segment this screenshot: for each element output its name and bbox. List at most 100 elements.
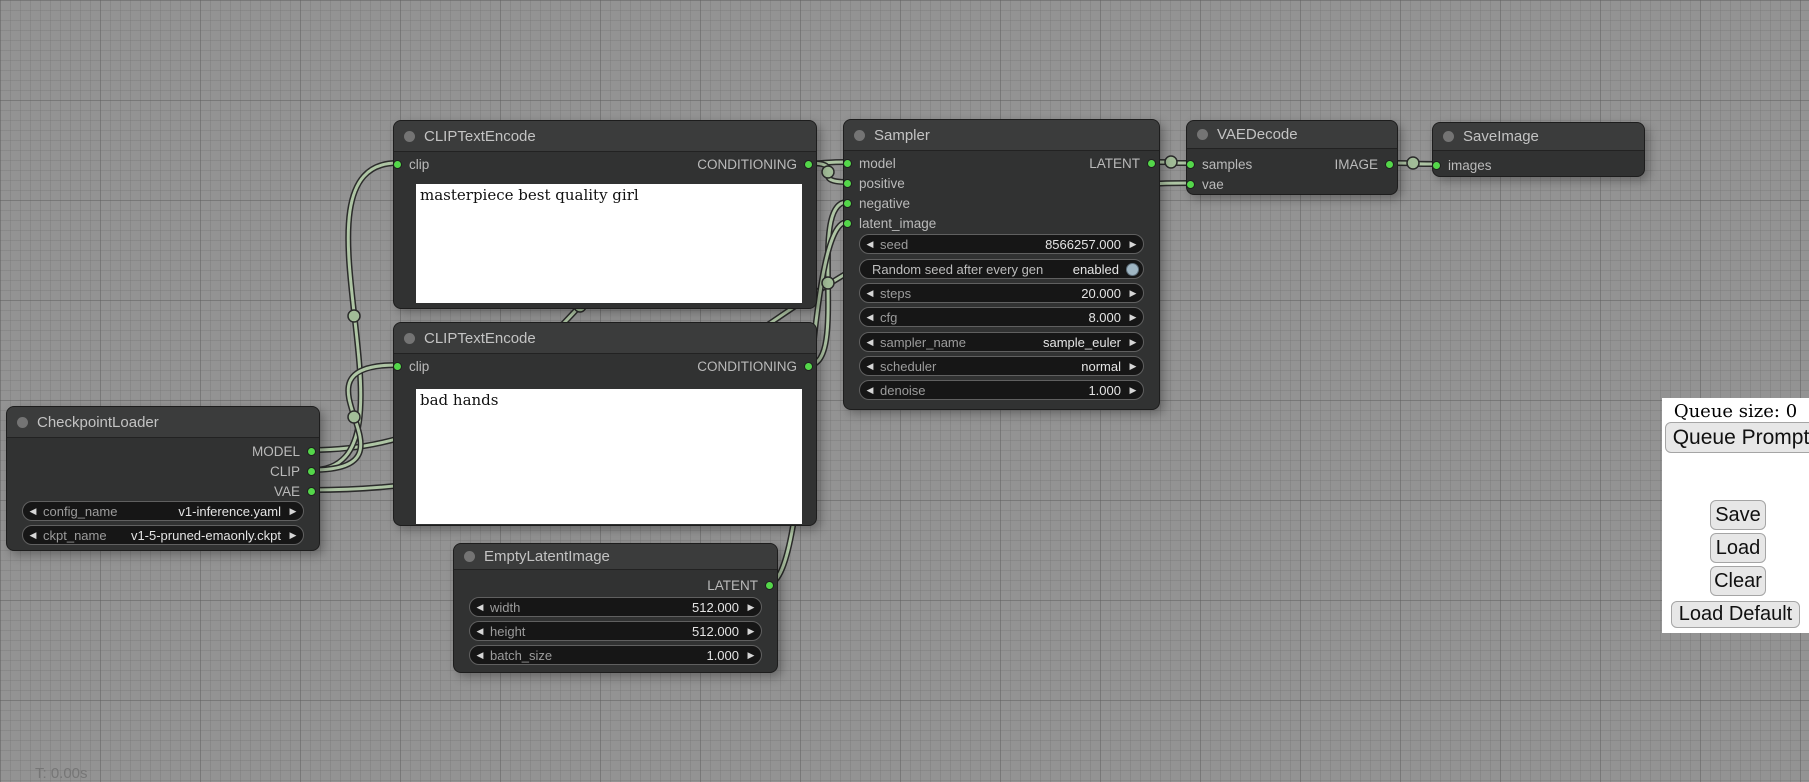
left-arrow-icon[interactable]: ◀ bbox=[860, 312, 880, 323]
output-slot-latent[interactable]: LATENT bbox=[1089, 153, 1156, 173]
input-slot-clip[interactable]: clip bbox=[393, 154, 429, 174]
output-dot-icon[interactable] bbox=[765, 581, 774, 590]
node-title-bar[interactable]: CLIPTextEncode bbox=[394, 121, 816, 152]
input-slot-vae[interactable]: vae bbox=[1186, 174, 1224, 194]
input-dot-icon[interactable] bbox=[1186, 180, 1195, 189]
right-arrow-icon[interactable]: ▶ bbox=[1123, 361, 1143, 372]
collapse-dot-icon[interactable] bbox=[464, 551, 475, 562]
input-dot-icon[interactable] bbox=[843, 199, 852, 208]
collapse-dot-icon[interactable] bbox=[854, 130, 865, 141]
node-title-bar[interactable]: Sampler bbox=[844, 120, 1159, 151]
node-checkpointloader[interactable]: CheckpointLoader MODEL CLIP VAE ◀ config… bbox=[6, 406, 320, 551]
node-title-bar[interactable]: EmptyLatentImage bbox=[454, 544, 777, 570]
widget-config-name[interactable]: ◀ config_name v1-inference.yaml ▶ bbox=[22, 501, 304, 521]
input-slot-images[interactable]: images bbox=[1432, 155, 1492, 175]
load-button[interactable]: Load bbox=[1710, 533, 1766, 563]
left-arrow-icon[interactable]: ◀ bbox=[860, 337, 880, 348]
collapse-dot-icon[interactable] bbox=[1197, 129, 1208, 140]
input-dot-icon[interactable] bbox=[1186, 160, 1195, 169]
prompt-textarea-positive[interactable]: masterpiece best quality girl bbox=[416, 184, 802, 303]
widget-scheduler[interactable]: ◀ scheduler normal ▶ bbox=[859, 356, 1144, 376]
input-dot-icon[interactable] bbox=[1432, 161, 1441, 170]
output-dot-icon[interactable] bbox=[307, 487, 316, 496]
left-arrow-icon[interactable]: ◀ bbox=[470, 602, 490, 613]
collapse-dot-icon[interactable] bbox=[404, 333, 415, 344]
node-saveimage[interactable]: SaveImage images bbox=[1432, 122, 1645, 177]
input-dot-icon[interactable] bbox=[843, 219, 852, 228]
prompt-textarea-negative[interactable]: bad hands bbox=[416, 389, 802, 524]
output-slot-image[interactable]: IMAGE bbox=[1334, 154, 1394, 174]
right-arrow-icon[interactable]: ▶ bbox=[1123, 312, 1143, 323]
collapse-dot-icon[interactable] bbox=[404, 131, 415, 142]
widget-width[interactable]: ◀ width 512.000 ▶ bbox=[469, 597, 762, 617]
input-slot-clip[interactable]: clip bbox=[393, 356, 429, 376]
node-title-bar[interactable]: CLIPTextEncode bbox=[394, 323, 816, 354]
left-arrow-icon[interactable]: ◀ bbox=[860, 239, 880, 250]
output-dot-icon[interactable] bbox=[307, 447, 316, 456]
widget-random-seed-toggle[interactable]: Random seed after every gen enabled bbox=[859, 259, 1144, 279]
right-arrow-icon[interactable]: ▶ bbox=[1123, 337, 1143, 348]
left-arrow-icon[interactable]: ◀ bbox=[860, 288, 880, 299]
right-arrow-icon[interactable]: ▶ bbox=[1123, 288, 1143, 299]
right-arrow-icon[interactable]: ▶ bbox=[741, 626, 761, 637]
input-dot-icon[interactable] bbox=[843, 159, 852, 168]
input-slot-latent-image[interactable]: latent_image bbox=[843, 213, 936, 233]
collapse-dot-icon[interactable] bbox=[17, 417, 28, 428]
toggle-dot-icon[interactable] bbox=[1126, 263, 1139, 276]
link-midpoint-dot[interactable] bbox=[348, 411, 360, 423]
left-arrow-icon[interactable]: ◀ bbox=[860, 361, 880, 372]
right-arrow-icon[interactable]: ▶ bbox=[741, 650, 761, 661]
widget-batch-size[interactable]: ◀ batch_size 1.000 ▶ bbox=[469, 645, 762, 665]
input-dot-icon[interactable] bbox=[843, 179, 852, 188]
output-slot-vae[interactable]: VAE bbox=[274, 481, 316, 501]
left-arrow-icon[interactable]: ◀ bbox=[470, 650, 490, 661]
input-dot-icon[interactable] bbox=[393, 362, 402, 371]
link-midpoint-dot[interactable] bbox=[348, 310, 360, 322]
input-slot-model[interactable]: model bbox=[843, 153, 896, 173]
left-arrow-icon[interactable]: ◀ bbox=[470, 626, 490, 637]
right-arrow-icon[interactable]: ▶ bbox=[283, 530, 303, 541]
load-default-button[interactable]: Load Default bbox=[1671, 601, 1800, 628]
input-slot-positive[interactable]: positive bbox=[843, 173, 905, 193]
output-slot-conditioning[interactable]: CONDITIONING bbox=[697, 356, 813, 376]
widget-steps[interactable]: ◀ steps 20.000 ▶ bbox=[859, 283, 1144, 303]
widget-denoise[interactable]: ◀ denoise 1.000 ▶ bbox=[859, 380, 1144, 400]
widget-ckpt-name[interactable]: ◀ ckpt_name v1-5-pruned-emaonly.ckpt ▶ bbox=[22, 525, 304, 545]
output-slot-clip[interactable]: CLIP bbox=[270, 461, 316, 481]
collapse-dot-icon[interactable] bbox=[1443, 131, 1454, 142]
node-title-bar[interactable]: VAEDecode bbox=[1187, 121, 1397, 149]
comfyui-canvas[interactable]: { "icons": { "left_arrow": "\u25c0", "ri… bbox=[0, 0, 1809, 782]
queue-prompt-button[interactable]: Queue Prompt bbox=[1665, 422, 1809, 453]
input-dot-icon[interactable] bbox=[393, 160, 402, 169]
right-arrow-icon[interactable]: ▶ bbox=[283, 506, 303, 517]
node-emptylatentimage[interactable]: EmptyLatentImage LATENT ◀ width 512.000 … bbox=[453, 543, 778, 673]
widget-seed[interactable]: ◀ seed 8566257.000 ▶ bbox=[859, 234, 1144, 254]
widget-cfg[interactable]: ◀ cfg 8.000 ▶ bbox=[859, 307, 1144, 327]
node-cliptextencode-negative[interactable]: CLIPTextEncode clip CONDITIONING bad han… bbox=[393, 322, 817, 526]
output-slot-latent[interactable]: LATENT bbox=[707, 575, 774, 595]
right-arrow-icon[interactable]: ▶ bbox=[741, 602, 761, 613]
save-button[interactable]: Save bbox=[1710, 500, 1766, 530]
output-dot-icon[interactable] bbox=[1147, 159, 1156, 168]
input-slot-negative[interactable]: negative bbox=[843, 193, 910, 213]
link-midpoint-dot[interactable] bbox=[1165, 156, 1177, 168]
link-midpoint-dot[interactable] bbox=[822, 277, 834, 289]
node-cliptextencode-positive[interactable]: CLIPTextEncode clip CONDITIONING masterp… bbox=[393, 120, 817, 309]
node-title-bar[interactable]: SaveImage bbox=[1433, 123, 1644, 151]
widget-height[interactable]: ◀ height 512.000 ▶ bbox=[469, 621, 762, 641]
node-title-bar[interactable]: CheckpointLoader bbox=[7, 407, 319, 438]
output-slot-conditioning[interactable]: CONDITIONING bbox=[697, 154, 813, 174]
node-sampler[interactable]: Sampler model LATENT positive negative l… bbox=[843, 119, 1160, 410]
left-arrow-icon[interactable]: ◀ bbox=[23, 506, 43, 517]
clear-button[interactable]: Clear bbox=[1710, 566, 1766, 596]
output-slot-model[interactable]: MODEL bbox=[252, 441, 316, 461]
right-arrow-icon[interactable]: ▶ bbox=[1123, 239, 1143, 250]
output-dot-icon[interactable] bbox=[1385, 160, 1394, 169]
widget-sampler-name[interactable]: ◀ sampler_name sample_euler ▶ bbox=[859, 332, 1144, 352]
left-arrow-icon[interactable]: ◀ bbox=[23, 530, 43, 541]
output-dot-icon[interactable] bbox=[307, 467, 316, 476]
left-arrow-icon[interactable]: ◀ bbox=[860, 385, 880, 396]
right-arrow-icon[interactable]: ▶ bbox=[1123, 385, 1143, 396]
output-dot-icon[interactable] bbox=[804, 362, 813, 371]
link-midpoint-dot[interactable] bbox=[1407, 157, 1419, 169]
